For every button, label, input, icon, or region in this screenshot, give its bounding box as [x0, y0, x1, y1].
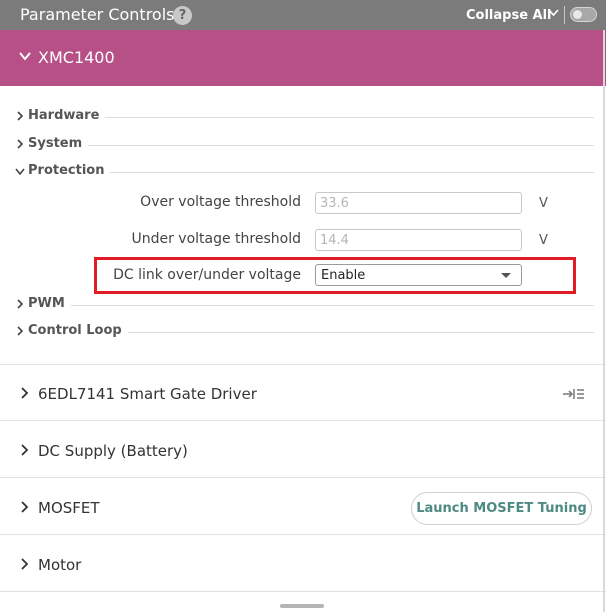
divider [28, 117, 594, 118]
panel-header: Parameter Controls ? Collapse All [0, 0, 606, 31]
under-voltage-unit: V [539, 233, 548, 248]
subsection-label: Control Loop [28, 323, 128, 338]
chevron-down-icon [19, 52, 31, 61]
launch-mosfet-tuning-button[interactable]: Launch MOSFET Tuning [411, 492, 592, 525]
chevron-right-icon [21, 558, 29, 570]
toggle-knob [573, 10, 582, 19]
device-header-xmc1400[interactable]: XMC1400 [0, 30, 606, 86]
subsection-protection[interactable]: Protection [0, 161, 606, 183]
scrollbar-track[interactable] [603, 30, 605, 612]
highlight-box [94, 257, 576, 294]
chevron-down-icon [15, 168, 25, 176]
chevron-right-icon [17, 299, 24, 309]
section-gate-driver[interactable]: 6EDL7141 Smart Gate Driver [0, 364, 606, 421]
divider [28, 145, 594, 146]
subsection-pwm[interactable]: PWM [0, 294, 606, 316]
collapse-all-button[interactable]: Collapse All [466, 8, 552, 23]
subsection-label: Hardware [28, 108, 106, 123]
collapse-panel-icon[interactable] [562, 387, 586, 401]
divider [28, 305, 594, 306]
subsection-label: System [28, 136, 89, 151]
divider [28, 172, 594, 173]
subsection-hardware[interactable]: Hardware [0, 106, 606, 128]
subsection-system[interactable]: System [0, 134, 606, 156]
panel-title: Parameter Controls [20, 5, 175, 24]
chevron-right-icon [21, 444, 29, 456]
device-name: XMC1400 [38, 48, 115, 67]
under-voltage-label: Under voltage threshold [131, 231, 301, 247]
collapse-toggle[interactable] [570, 7, 597, 22]
chevron-down-icon[interactable] [548, 6, 559, 20]
chevron-right-icon [21, 501, 29, 513]
section-label: MOSFET [38, 499, 100, 517]
section-dc-supply[interactable]: DC Supply (Battery) [0, 420, 606, 478]
over-voltage-unit: V [539, 196, 548, 211]
section-divider [0, 591, 606, 612]
under-voltage-input[interactable] [315, 229, 522, 251]
subsection-label: Protection [28, 163, 111, 178]
section-label: 6EDL7141 Smart Gate Driver [38, 385, 257, 403]
section-mosfet[interactable]: MOSFET Launch MOSFET Tuning [0, 477, 606, 535]
chevron-right-icon [17, 111, 24, 121]
section-label: Motor [38, 556, 82, 574]
chevron-right-icon [21, 387, 29, 399]
section-motor[interactable]: Motor [0, 534, 606, 592]
chevron-right-icon [17, 326, 24, 336]
divider [564, 6, 565, 24]
section-label: DC Supply (Battery) [38, 442, 188, 460]
over-voltage-input[interactable] [315, 192, 522, 214]
subsection-label: PWM [28, 296, 71, 311]
scroll-handle[interactable] [280, 604, 324, 608]
chevron-right-icon [17, 139, 24, 149]
subsection-control-loop[interactable]: Control Loop [0, 321, 606, 343]
over-voltage-label: Over voltage threshold [140, 194, 301, 210]
help-icon[interactable]: ? [173, 6, 192, 25]
